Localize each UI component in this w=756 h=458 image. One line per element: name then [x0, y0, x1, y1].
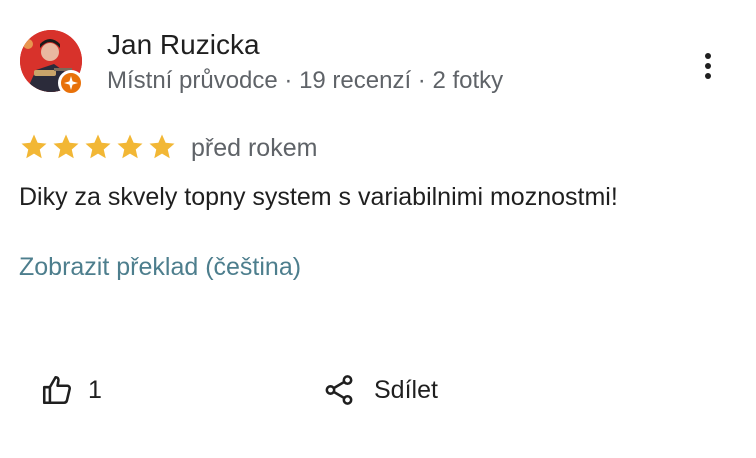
star-rating [19, 132, 177, 162]
star-icon [117, 134, 143, 159]
more-options-button[interactable] [692, 48, 724, 84]
thumb-up-icon [42, 375, 71, 405]
review-card: Jan Ruzicka Místní průvodce · 19 recenzí… [0, 0, 756, 458]
author-meta[interactable]: Místní průvodce · 19 recenzí · 2 fotky [107, 65, 503, 97]
author-avatar[interactable] [20, 30, 84, 96]
translate-link[interactable]: Zobrazit překlad (čeština) [19, 250, 301, 284]
star-icon [149, 134, 175, 159]
star-icon [21, 134, 47, 159]
more-vert-icon [705, 53, 711, 79]
review-date: před rokem [191, 134, 318, 162]
share-icon [325, 375, 353, 405]
star-icon [85, 134, 111, 159]
like-count: 1 [88, 375, 102, 404]
share-button[interactable]: Sdílet [322, 370, 438, 410]
star-icon [53, 134, 79, 159]
review-text: Diky za skvely topny system s variabilni… [19, 183, 618, 211]
author-name[interactable]: Jan Ruzicka [107, 28, 260, 62]
share-label: Sdílet [374, 375, 438, 404]
local-guide-badge-icon [58, 70, 84, 96]
like-button[interactable]: 1 [40, 370, 102, 410]
